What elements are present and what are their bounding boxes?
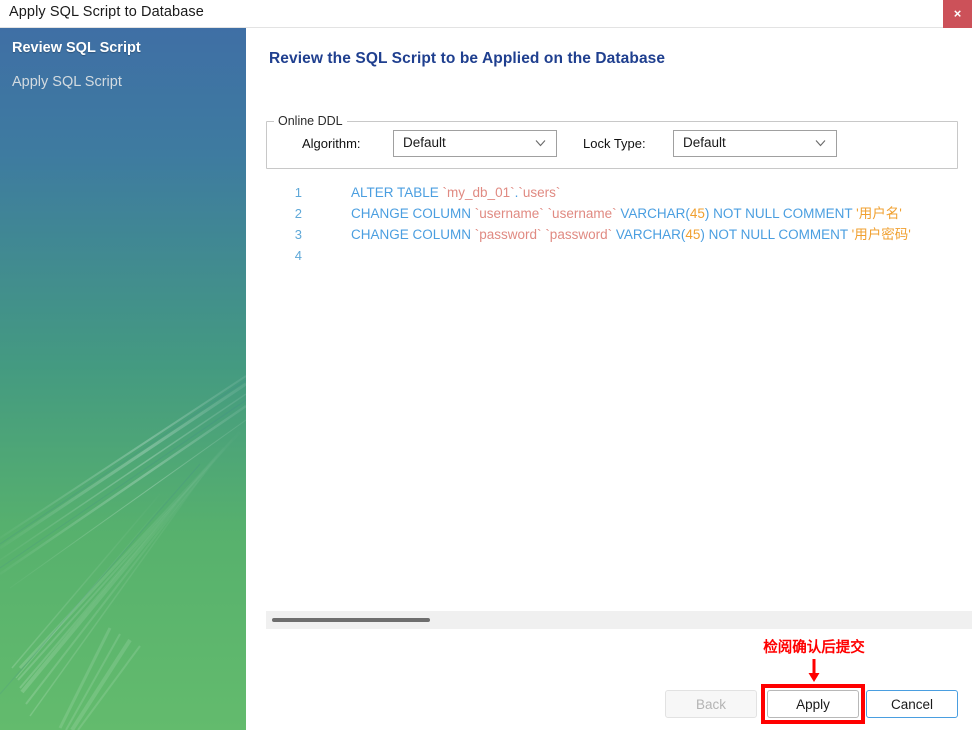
horizontal-scrollbar-track[interactable]: [266, 611, 972, 629]
line-number: 3: [294, 227, 302, 242]
chevron-down-icon: [535, 140, 546, 147]
code-token: '用户名': [856, 206, 902, 221]
lock-type-label: Lock Type:: [583, 136, 646, 151]
code-token: 45: [689, 206, 705, 221]
lock-type-select[interactable]: Default: [673, 130, 837, 157]
apply-button[interactable]: Apply: [767, 690, 859, 718]
window-title: Apply SQL Script to Database: [9, 4, 204, 20]
code-token: 45: [685, 227, 701, 242]
code-token: CHANGE COLUMN: [351, 206, 475, 221]
sql-script-editor[interactable]: 1 ALTER TABLE `my_db_01`.`users` 2 CHANGE C…: [266, 180, 972, 608]
line-number: 2: [294, 206, 302, 221]
code-token: VARCHAR: [616, 206, 686, 221]
horizontal-scrollbar-thumb[interactable]: [272, 618, 430, 622]
arrow-down-icon: [808, 659, 820, 682]
wizard-step-sidebar: Review SQL Script Apply SQL Script: [0, 28, 246, 730]
code-token: NOT NULL COMMENT: [704, 227, 852, 242]
code-token: `username`: [547, 206, 617, 221]
code-token: `users`: [518, 185, 561, 200]
code-token: ALTER TABLE: [351, 185, 443, 200]
sidebar-decorative-streaks: [0, 375, 246, 730]
code-token: `username`: [474, 206, 544, 221]
sidebar-item-review-sql-script[interactable]: Review SQL Script: [12, 40, 141, 56]
cancel-button[interactable]: Cancel: [866, 690, 958, 718]
main-content: Review the SQL Script to be Applied on t…: [246, 28, 972, 730]
line-number: 4: [294, 248, 302, 263]
code-token: '用户密码': [851, 227, 911, 242]
window-titlebar: Apply SQL Script to Database ×: [0, 0, 972, 28]
algorithm-select[interactable]: Default: [393, 130, 557, 157]
annotation-text: 检阅确认后提交: [763, 640, 865, 656]
algorithm-label: Algorithm:: [302, 136, 361, 151]
code-token: `password`: [474, 227, 542, 242]
page-title: Review the SQL Script to be Applied on t…: [269, 50, 666, 67]
code-token: VARCHAR: [612, 227, 681, 242]
code-token: `password`: [545, 227, 613, 242]
chevron-down-icon: [815, 140, 826, 147]
line-number: 1: [294, 185, 302, 200]
online-ddl-legend: Online DDL: [274, 114, 347, 128]
algorithm-select-value: Default: [403, 135, 446, 150]
code-text: CHANGE COLUMN `username` `username` VARC…: [351, 203, 902, 224]
code-token: `my_db_01`: [442, 185, 515, 200]
code-token: NOT NULL COMMENT: [709, 206, 857, 221]
code-text: ALTER TABLE `my_db_01`.`users`: [351, 182, 560, 203]
code-text: CHANGE COLUMN `password` `password` VARC…: [351, 224, 911, 245]
code-token: CHANGE COLUMN: [351, 227, 475, 242]
close-icon[interactable]: ×: [943, 0, 972, 28]
sidebar-item-apply-sql-script[interactable]: Apply SQL Script: [12, 74, 122, 90]
back-button[interactable]: Back: [665, 690, 757, 718]
lock-type-select-value: Default: [683, 135, 726, 150]
